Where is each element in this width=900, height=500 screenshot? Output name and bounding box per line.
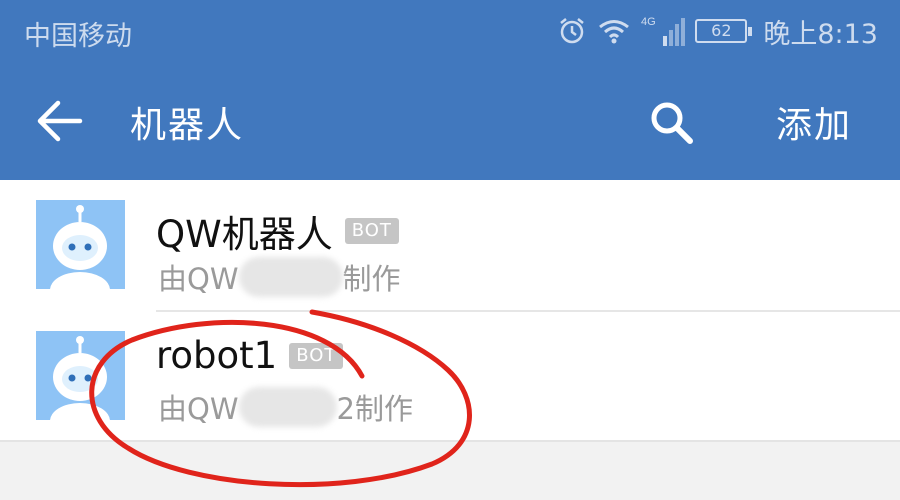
robot-avatar-icon (36, 331, 125, 420)
network-type-label: 4G (641, 16, 656, 28)
maker-prefix: 由QW (158, 392, 239, 426)
page-title: 机器人 (130, 105, 245, 146)
robot-list: QW机器人 BOT 由QW 制作 robot1 BOT 由QW 2制作 (0, 180, 900, 442)
app-bar: 机器人 添加 (0, 62, 900, 180)
robot-maker: 由QW 制作 (158, 256, 401, 298)
arrow-left-icon[interactable] (36, 99, 84, 143)
maker-prefix: 由QW (158, 262, 239, 296)
carrier-label: 中国移动 (24, 21, 132, 52)
robot-name: QW机器人 (156, 213, 333, 256)
alarm-icon (560, 18, 585, 44)
wifi-icon (599, 20, 630, 44)
signal-icon: 4G (641, 16, 686, 46)
bot-badge: BOT (289, 342, 344, 369)
maker-suffix: 2制作 (336, 392, 413, 426)
robot-name-line: robot1 BOT (156, 334, 344, 377)
clock: 晚上8:13 (763, 18, 878, 50)
bot-badge: BOT (344, 218, 399, 244)
robot-avatar-icon (36, 200, 125, 289)
robot-name-line: QW机器人 BOT (156, 204, 399, 258)
robot-maker: 由QW 2制作 (158, 386, 413, 428)
add-button[interactable]: 添加 (776, 96, 852, 148)
status-icons: 4G 62 晚上8:13 (557, 10, 878, 52)
list-item[interactable]: QW机器人 BOT 由QW 制作 (0, 180, 900, 310)
robot-name: robot1 (156, 334, 278, 377)
redacted-name (238, 257, 343, 297)
redacted-name (238, 387, 337, 427)
search-icon[interactable] (647, 98, 695, 146)
status-bar: 中国移动 4G 62 晚上8:13 (0, 0, 900, 62)
list-item[interactable]: robot1 BOT 由QW 2制作 (0, 310, 900, 442)
battery-indicator: 62 (695, 19, 753, 43)
maker-suffix: 制作 (342, 262, 401, 296)
